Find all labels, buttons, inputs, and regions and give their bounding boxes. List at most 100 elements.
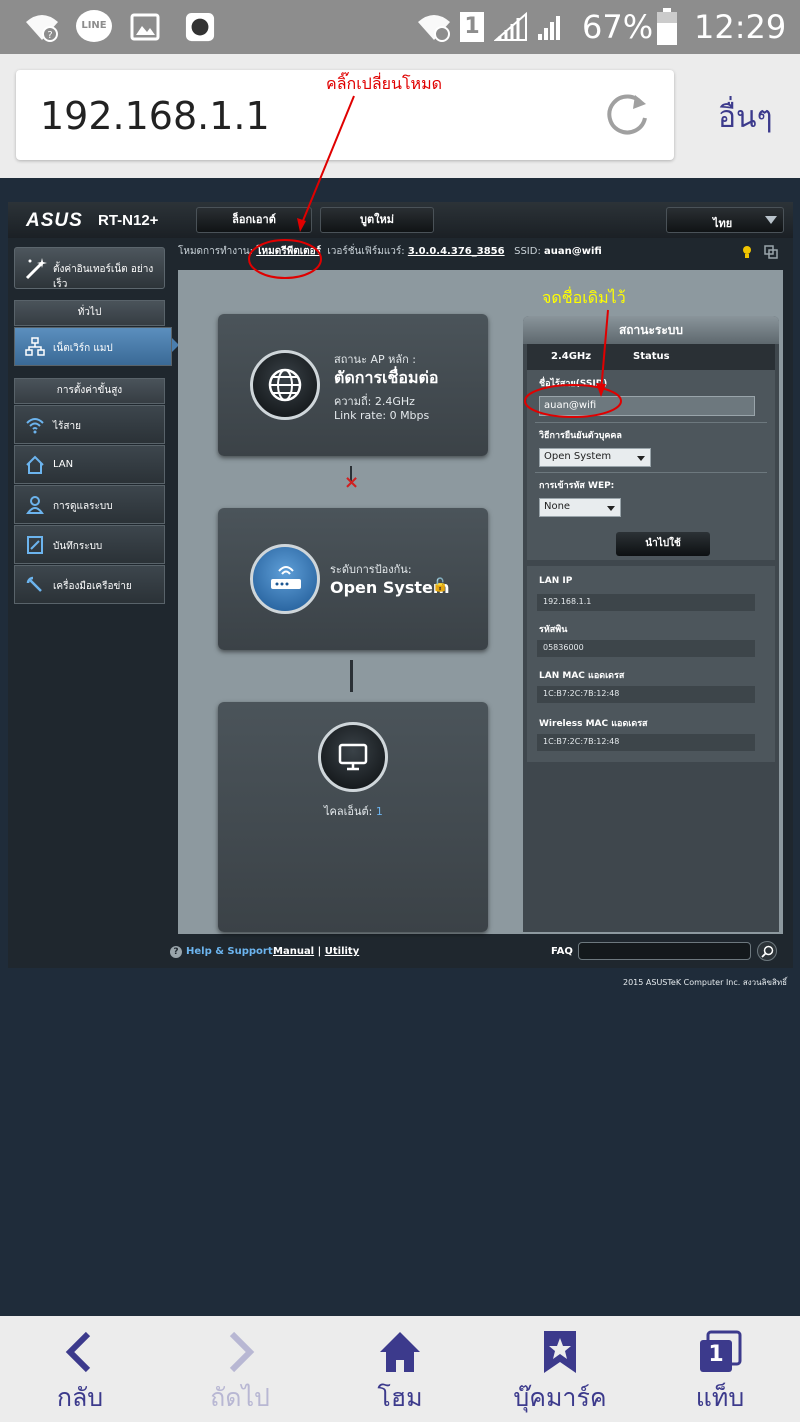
- wrench-icon: [26, 576, 42, 592]
- ssid-field-label: ชื่อไร้สาย(SSID): [539, 379, 608, 389]
- wifi-icon: [26, 418, 44, 434]
- home-icon: [26, 455, 44, 474]
- router-footer: ? Help & Support Manual | Utility FAQ: [8, 938, 793, 966]
- wep-encryption-label: การเข้ารหัส WEP:: [539, 481, 615, 491]
- auth-method-select[interactable]: Open System: [539, 448, 651, 467]
- sidebar-item-administration[interactable]: การดูแลระบบ: [14, 485, 165, 524]
- clients-label: ไคลเอ็นต์: 1: [324, 802, 383, 820]
- operation-mode-link[interactable]: โหมดรีพีตเตอร์: [256, 246, 321, 257]
- quick-internet-setup-button[interactable]: ตั้งค่าอินเทอร์เน็ต อย่างเร็ว: [14, 247, 165, 290]
- clients-count[interactable]: 1: [376, 805, 383, 818]
- bookmarks-label: บุ๊คมาร์ค: [513, 1383, 607, 1412]
- signal-icon: [494, 12, 527, 41]
- lan-mac-label: LAN MAC แอดเดรส: [539, 671, 625, 681]
- pin-value: 05836000: [537, 640, 755, 657]
- tabs-label: แท็บ: [695, 1383, 745, 1412]
- monitor-icon: [338, 743, 368, 771]
- chevron-down-icon: [637, 456, 645, 461]
- chevron-right-icon: [229, 1331, 255, 1373]
- lan-ip-label: LAN IP: [539, 576, 573, 586]
- bookmark-icon: [544, 1331, 576, 1373]
- client-circle: [318, 722, 388, 792]
- manual-link[interactable]: Manual: [273, 946, 314, 957]
- chevron-down-icon: [765, 216, 777, 224]
- sidebar-item-wireless[interactable]: ไร้สาย: [14, 405, 165, 444]
- disconnected-x-icon: ×: [344, 472, 360, 493]
- wifi-status-icon: [418, 15, 450, 42]
- network-map-icon: [25, 337, 45, 356]
- url-text[interactable]: 192.168.1.1: [40, 94, 270, 138]
- auth-method-value: Open System: [544, 451, 612, 462]
- clock: 12:29: [694, 8, 787, 46]
- sidebar-item-network-map[interactable]: เน็ตเวิร์ก แมป: [14, 327, 172, 366]
- more-menu-button[interactable]: อื่นๆ: [718, 94, 773, 141]
- ssid-value: auan@wifi: [544, 246, 602, 257]
- lan-mac-value: 1C:B7:2C:7B:12:48: [537, 686, 755, 703]
- home-button[interactable]: โฮม: [320, 1316, 480, 1422]
- reboot-button[interactable]: บูตใหม่: [320, 207, 434, 233]
- security-label: ระดับการป้องกัน:: [330, 563, 412, 576]
- wireless-settings-form: ชื่อไร้สาย(SSID) auan@wifi วิธีการยืนยัน…: [527, 370, 775, 560]
- ap-frequency: ความถี่: 2.4GHz: [334, 395, 415, 408]
- router-info-bar: โหมดการทำงาน: โหมดรีพีตเตอร์ เวอร์ชั่นเฟ…: [178, 244, 778, 264]
- asus-logo: ASUS: [26, 210, 83, 231]
- bookmarks-button[interactable]: บุ๊คมาร์ค: [480, 1316, 640, 1422]
- system-info-section: LAN IP 192.168.1.1 รหัสพิน 05836000 LAN …: [527, 566, 775, 762]
- browser-bottom-nav: กลับ ถัดไป โฮม บุ๊คมาร์ค 1 แท็บ: [0, 1316, 800, 1422]
- apply-button[interactable]: นำไปใช้: [616, 532, 710, 556]
- wep-encryption-select[interactable]: None: [539, 498, 621, 517]
- ap-status-value: ตัดการเชื่อมต่อ: [334, 368, 439, 387]
- faq-label: FAQ: [551, 946, 573, 957]
- firmware-version-link[interactable]: 3.0.0.4.376_3856: [408, 246, 505, 257]
- reload-icon[interactable]: [602, 90, 652, 140]
- wireless-mac-label: Wireless MAC แอดเดรส: [539, 719, 648, 729]
- connector-line-2: [350, 660, 353, 692]
- search-icon: [761, 945, 774, 958]
- footer-links: Manual | Utility: [273, 946, 359, 957]
- system-log-label: บันทึกระบบ: [53, 541, 103, 552]
- ssid-input[interactable]: auan@wifi: [539, 396, 755, 416]
- mode-label: โหมดการทำงาน:: [178, 246, 253, 257]
- user-icon: [26, 496, 44, 514]
- utility-link[interactable]: Utility: [325, 946, 359, 957]
- tabs-button[interactable]: 1 แท็บ: [640, 1316, 800, 1422]
- router-circle: [250, 544, 320, 614]
- faq-search-input[interactable]: [578, 942, 751, 960]
- security-card[interactable]: ระดับการป้องกัน: Open System 🔓: [218, 508, 488, 650]
- sidebar-item-lan[interactable]: LAN: [14, 445, 165, 484]
- help-support-link[interactable]: Help & Support: [186, 946, 273, 957]
- sidebar-item-network-tools[interactable]: เครื่องมือเครือข่าย: [14, 565, 165, 604]
- android-status-bar: ? LINE 1 67% 12:29: [0, 0, 800, 54]
- wep-encryption-value: None: [544, 501, 571, 512]
- svg-text:?: ?: [47, 30, 52, 41]
- annotation-ssid: จดชื่อเดิมไว้: [542, 288, 626, 307]
- pin-label: รหัสพิน: [539, 625, 568, 635]
- ap-status-card[interactable]: สถานะ AP หลัก : ตัดการเชื่อมต่อ ความถี่:…: [218, 314, 488, 456]
- signal-icon-2: [538, 16, 560, 40]
- ap-link-rate: Link rate: 0 Mbps: [334, 409, 430, 422]
- network-map-panel: สถานะ AP หลัก : ตัดการเชื่อมต่อ ความถี่:…: [178, 270, 783, 934]
- usb-icon[interactable]: [764, 245, 778, 259]
- language-select[interactable]: ไทย: [666, 207, 784, 233]
- battery-percent: 67%: [582, 8, 654, 46]
- forward-label: ถัดไป: [210, 1383, 270, 1412]
- back-button[interactable]: กลับ: [0, 1316, 160, 1422]
- lightbulb-icon[interactable]: [741, 245, 753, 259]
- unlock-icon: 🔓: [432, 578, 449, 593]
- wifi-icon: ?: [26, 15, 58, 42]
- router-topbar: ASUS RT-N12+ ล็อกเอาต์ บูตใหม่ ไทย: [8, 202, 793, 238]
- lan-label: LAN: [53, 459, 74, 470]
- help-icon: ?: [170, 946, 182, 958]
- clients-card[interactable]: ไคลเอ็นต์: 1: [218, 702, 488, 932]
- tab-2-4ghz[interactable]: 2.4GHz: [551, 351, 591, 362]
- globe-circle: [250, 350, 320, 420]
- tab-count: 1: [708, 1342, 724, 1367]
- forward-button[interactable]: ถัดไป: [160, 1316, 320, 1422]
- sidebar-item-system-log[interactable]: บันทึกระบบ: [14, 525, 165, 564]
- logout-button[interactable]: ล็อกเอาต์: [196, 207, 312, 233]
- sim-indicator: 1: [460, 12, 484, 42]
- chevron-down-icon: [607, 506, 615, 511]
- back-label: กลับ: [56, 1383, 104, 1412]
- search-button[interactable]: [757, 941, 777, 961]
- tab-status[interactable]: Status: [633, 351, 670, 362]
